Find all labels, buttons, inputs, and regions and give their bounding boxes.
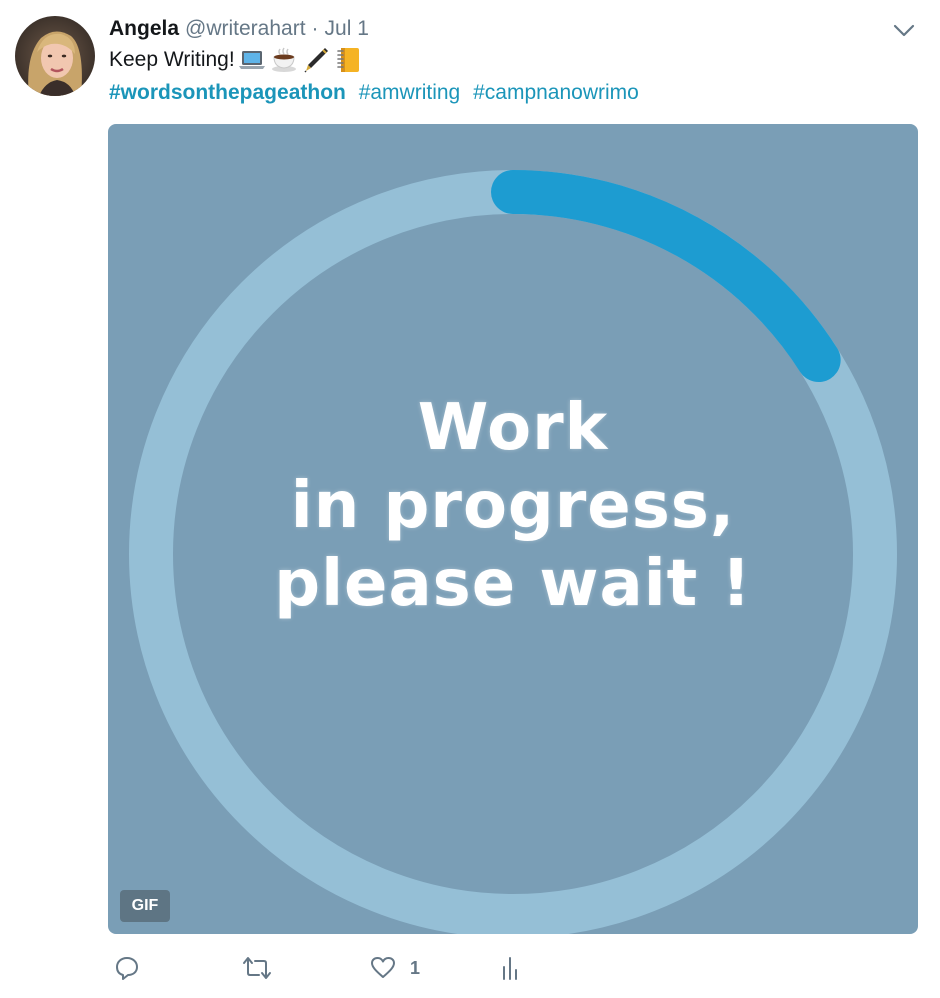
tweet-actions: 1 — [108, 948, 928, 988]
gif-text-line-3: please wait ! — [274, 547, 752, 621]
like-count: 1 — [410, 957, 421, 978]
tweet-header: Angela @writerahart · Jul 1 — [109, 14, 369, 44]
hot-beverage-emoji — [269, 45, 299, 75]
retweet-button[interactable] — [242, 948, 272, 988]
tweet-text-content: Keep Writing! — [109, 48, 235, 71]
hashtag-link[interactable]: #amwriting — [359, 81, 461, 104]
analytics-icon — [500, 955, 520, 981]
gif-media[interactable]: Work in progress, please wait ! GIF — [108, 124, 918, 934]
chevron-down-icon[interactable] — [892, 20, 916, 40]
notebook-emoji — [333, 45, 363, 75]
author-handle[interactable]: @writerahart — [185, 14, 306, 44]
gif-badge: GIF — [120, 890, 170, 922]
progress-ring-arc — [491, 170, 841, 383]
like-button[interactable]: 1 — [370, 948, 420, 988]
gif-text-line-2: in progress, — [290, 469, 736, 543]
tweet: Angela @writerahart · Jul 1 Keep Writing… — [0, 0, 940, 998]
pen-emoji — [301, 45, 331, 75]
heart-icon — [370, 955, 396, 981]
tweet-timestamp[interactable]: Jul 1 — [325, 14, 369, 44]
avatar[interactable] — [15, 16, 95, 96]
hashtag-list: #wordsonthepageathon #amwriting #campnan… — [109, 78, 646, 108]
hashtag-link[interactable]: #wordsonthepageathon — [109, 81, 346, 104]
reply-button[interactable] — [114, 948, 140, 988]
gif-text-line-1: Work — [417, 391, 609, 465]
hashtag-link[interactable]: #campnanowrimo — [473, 81, 639, 104]
author-name[interactable]: Angela — [109, 14, 179, 44]
laptop-emoji — [237, 45, 267, 75]
reply-icon — [114, 955, 140, 981]
tweet-text: Keep Writing! — [109, 44, 363, 76]
retweet-icon — [242, 955, 272, 981]
separator-dot: · — [311, 17, 319, 40]
analytics-button[interactable] — [500, 948, 520, 988]
